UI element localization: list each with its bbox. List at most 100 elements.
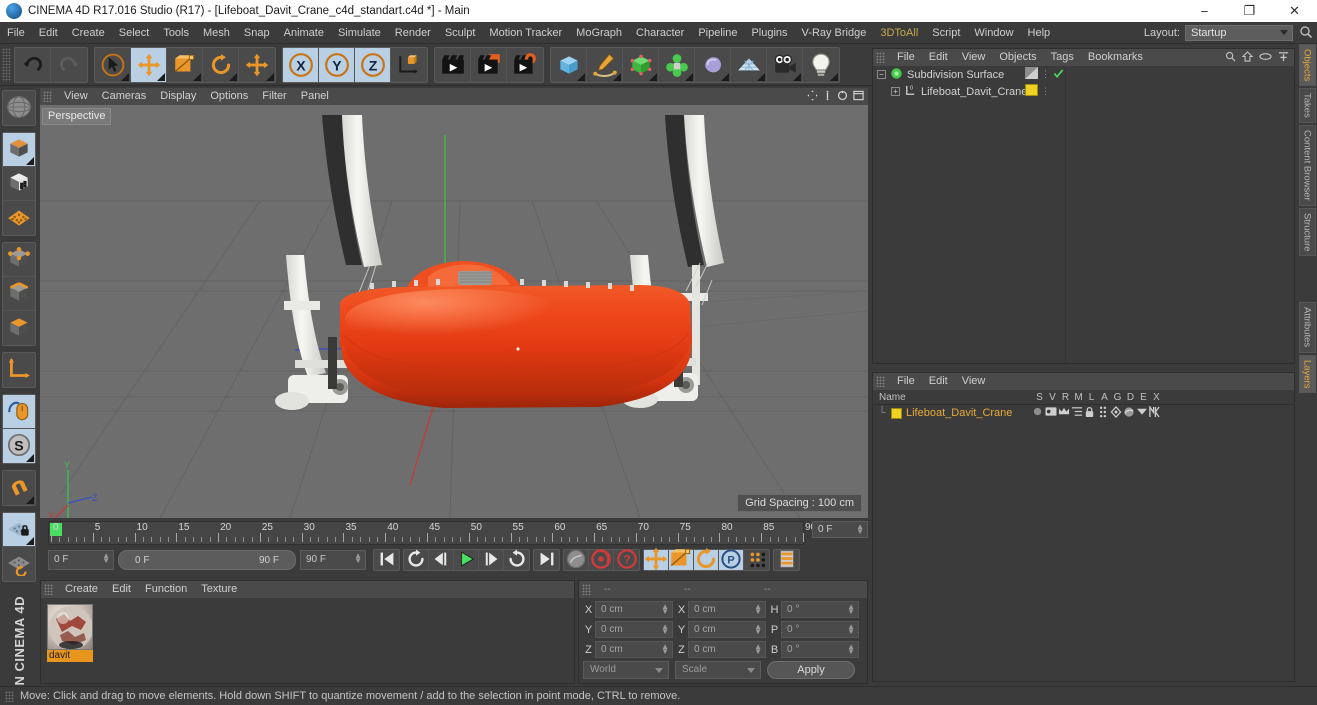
lock-x-button[interactable]: X: [283, 47, 319, 82]
viewport-3d-scene[interactable]: Y X Z: [40, 105, 868, 518]
layer-col-e[interactable]: E: [1137, 392, 1150, 403]
material-menu-create[interactable]: Create: [58, 581, 105, 598]
make-editable-button[interactable]: [3, 91, 35, 125]
submenu-corner-icon[interactable]: [793, 72, 801, 81]
edges-mode-button[interactable]: [3, 277, 35, 311]
search-icon[interactable]: [1299, 25, 1313, 41]
spinner-icon[interactable]: ▲ ▼: [354, 552, 362, 565]
snap-button[interactable]: S: [3, 429, 35, 463]
lock-z-button[interactable]: Z: [355, 47, 391, 82]
layer-menu-view[interactable]: View: [955, 373, 993, 390]
submenu-corner-icon[interactable]: [649, 72, 657, 81]
layer-col-r[interactable]: R: [1059, 392, 1072, 403]
menu-animate[interactable]: Animate: [277, 22, 331, 44]
tab-objects[interactable]: Objects: [1298, 44, 1316, 87]
close-button[interactable]: ✕: [1272, 0, 1317, 22]
layer-col-m[interactable]: M: [1072, 392, 1085, 403]
menu-render[interactable]: Render: [388, 22, 438, 44]
autokeying-button[interactable]: [564, 549, 589, 570]
coordinate-mode-dropdown[interactable]: Scale: [675, 661, 761, 679]
menu-character[interactable]: Character: [629, 22, 691, 44]
submenu-corner-icon[interactable]: [613, 72, 621, 81]
coord-size-field[interactable]: 0 cm ▲ ▼: [688, 641, 766, 658]
current-frame-field[interactable]: 0 F ▲ ▼: [48, 550, 114, 570]
deformer-icon[interactable]: [1122, 406, 1135, 421]
magnet-button[interactable]: [3, 471, 35, 505]
camera-button[interactable]: [767, 47, 803, 82]
menu-file[interactable]: File: [0, 22, 32, 44]
go-to-start-button[interactable]: [374, 550, 399, 570]
texture-mode-button[interactable]: [3, 167, 35, 201]
maximize-button[interactable]: ❐: [1227, 0, 1272, 22]
layer-col-d[interactable]: D: [1124, 392, 1137, 403]
spinner-icon[interactable]: ▲ ▼: [102, 552, 110, 565]
material-panel-grip[interactable]: [44, 584, 53, 595]
layer-menu-edit[interactable]: Edit: [922, 373, 955, 390]
home-icon[interactable]: [1241, 50, 1254, 65]
enabled-check-icon[interactable]: [1053, 68, 1064, 82]
menu-snap[interactable]: Snap: [237, 22, 277, 44]
submenu-corner-icon[interactable]: [830, 72, 838, 81]
menu-script[interactable]: Script: [925, 22, 967, 44]
spinner-icon[interactable]: ▲ ▼: [847, 643, 855, 656]
render-crown-icon[interactable]: [1057, 406, 1070, 420]
spinner-icon[interactable]: ▲ ▼: [754, 643, 762, 656]
menu-v-ray-bridge[interactable]: V-Ray Bridge: [795, 22, 874, 44]
spinner-icon[interactable]: ▲ ▼: [847, 623, 855, 636]
primitive-cube-button[interactable]: [551, 47, 587, 82]
step-forward-button[interactable]: [479, 550, 504, 570]
material-item[interactable]: davit: [47, 604, 93, 662]
viewport-panel[interactable]: View Cameras Display Options Filter Panel Per…: [40, 88, 868, 518]
move-button[interactable]: [131, 47, 167, 82]
render-settings-button[interactable]: [507, 48, 543, 82]
go-to-end-button[interactable]: [534, 550, 559, 570]
menu-window[interactable]: Window: [967, 22, 1020, 44]
layer-col-a[interactable]: A: [1098, 392, 1111, 403]
menu-edit[interactable]: Edit: [32, 22, 65, 44]
dolly-icon[interactable]: [823, 89, 832, 104]
menu-simulate[interactable]: Simulate: [331, 22, 388, 44]
submenu-corner-icon[interactable]: [577, 72, 585, 81]
menu-help[interactable]: Help: [1021, 22, 1058, 44]
lock-icon[interactable]: [1083, 406, 1096, 421]
step-back-button[interactable]: [429, 550, 454, 570]
submenu-corner-icon[interactable]: [26, 496, 34, 504]
spline-pen-button[interactable]: [587, 47, 623, 82]
frame-range-slider[interactable]: 0 F 90 F: [118, 550, 296, 570]
play-reverse-loop-button[interactable]: [404, 548, 429, 570]
generator-icon[interactable]: [1109, 405, 1122, 421]
coord-rotation-field[interactable]: 0 ° ▲ ▼: [781, 641, 859, 658]
world-object-coord-button[interactable]: [391, 48, 427, 82]
collapse-icon[interactable]: −: [877, 70, 886, 79]
play-forward-loop-button[interactable]: [504, 548, 529, 570]
live-selection-button[interactable]: [95, 47, 131, 82]
nurbs-button[interactable]: [623, 47, 659, 82]
render-to-picture-viewer-button[interactable]: [471, 47, 507, 82]
submenu-corner-icon[interactable]: [685, 72, 693, 81]
layer-col-s[interactable]: S: [1033, 392, 1046, 403]
submenu-corner-icon[interactable]: [26, 157, 34, 165]
layout-dropdown[interactable]: Startup: [1185, 24, 1293, 41]
menu-plugins[interactable]: Plugins: [744, 22, 794, 44]
add-layer-icon[interactable]: [1278, 51, 1289, 65]
spinner-icon[interactable]: ▲ ▼: [661, 603, 669, 616]
submenu-corner-icon[interactable]: [193, 72, 201, 81]
layer-col-g[interactable]: G: [1111, 392, 1124, 403]
expression-icon[interactable]: [1135, 407, 1148, 419]
submenu-corner-icon[interactable]: [721, 72, 729, 81]
keyframe-selection-button[interactable]: ?: [614, 548, 639, 570]
light-button[interactable]: [803, 48, 839, 82]
layer-col-l[interactable]: L: [1085, 392, 1098, 403]
dot-separator-icon[interactable]: ⋮: [1041, 87, 1050, 96]
play-button[interactable]: [454, 550, 479, 570]
manager-icon[interactable]: [1070, 406, 1083, 420]
submenu-corner-icon[interactable]: [157, 72, 165, 81]
tab-takes[interactable]: Takes: [1298, 88, 1316, 124]
layer-row[interactable]: └ Lifeboat_Davit_Crane: [873, 404, 1294, 421]
array-button[interactable]: [659, 47, 695, 82]
expand-icon[interactable]: +: [891, 87, 900, 96]
checker-tag-icon[interactable]: [1025, 67, 1038, 82]
object-menu-objects[interactable]: Objects: [992, 49, 1043, 66]
scale-button[interactable]: [167, 47, 203, 82]
menu-tools[interactable]: Tools: [156, 22, 196, 44]
